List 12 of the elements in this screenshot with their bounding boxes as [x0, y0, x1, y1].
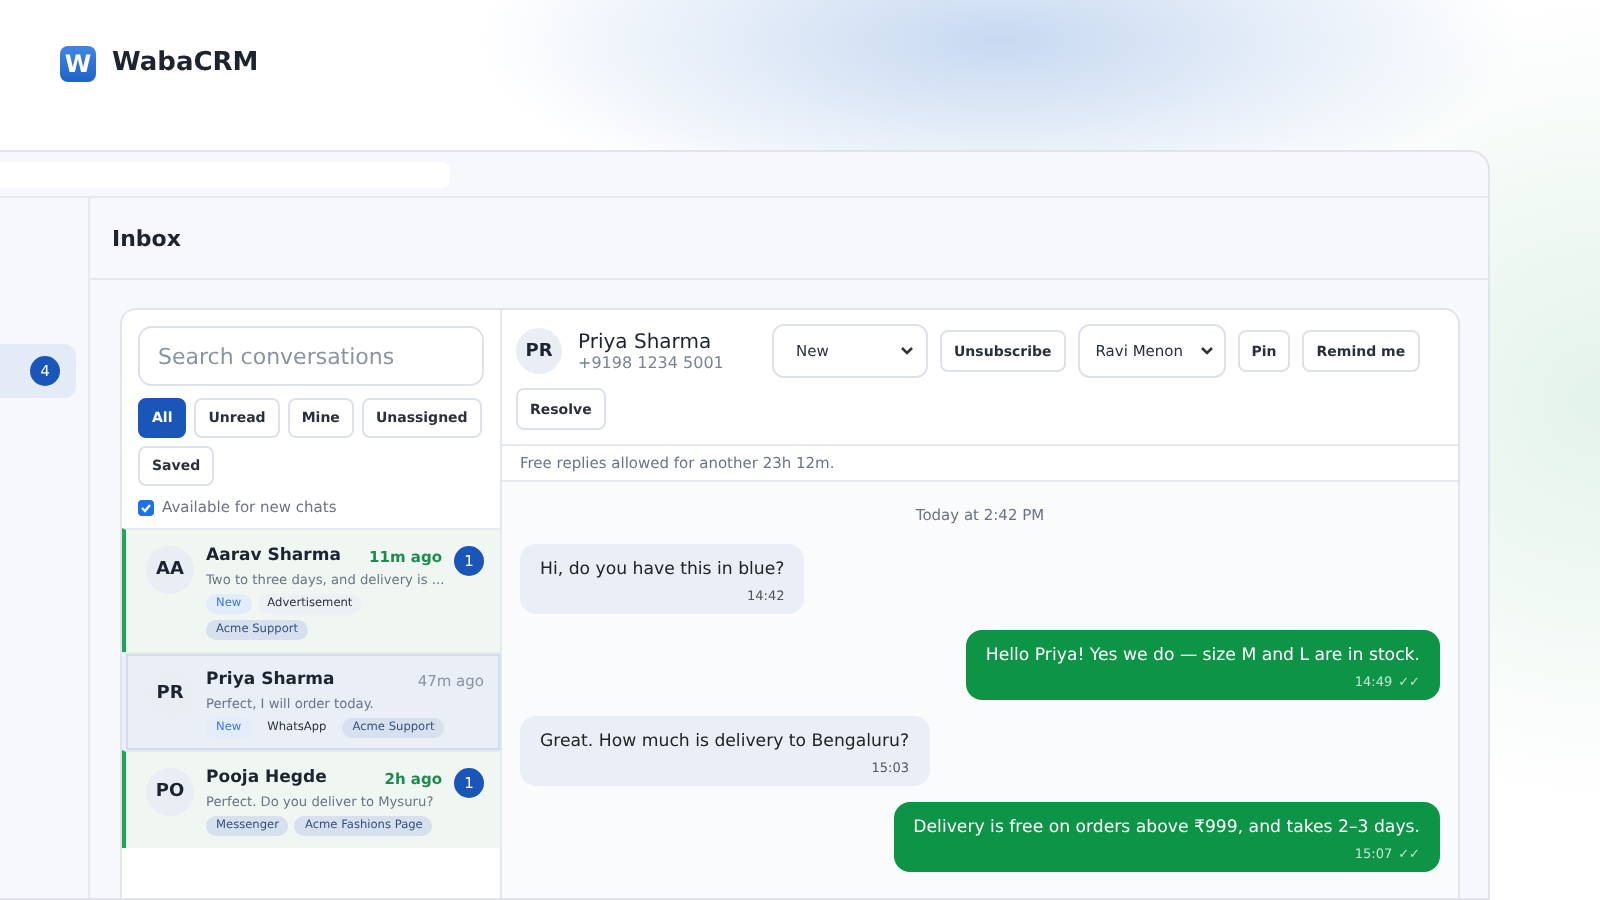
contact-name: Priya Sharma [578, 331, 714, 353]
logo-icon: W [60, 45, 96, 81]
phone-number: +9198 1234 5001 [578, 353, 724, 371]
brand-name: WabaCRM [112, 48, 259, 78]
contact-name: Pooja Hegde [206, 768, 327, 788]
avatar: PR [516, 328, 562, 374]
avatar: PO [146, 768, 194, 816]
avatar: AA [146, 546, 194, 594]
page-title: Inbox [90, 198, 1488, 280]
contact-name: Aarav Sharma [206, 546, 341, 566]
contact-name: Priya Sharma [206, 670, 335, 690]
search-field[interactable]: Search conversations [138, 326, 484, 386]
